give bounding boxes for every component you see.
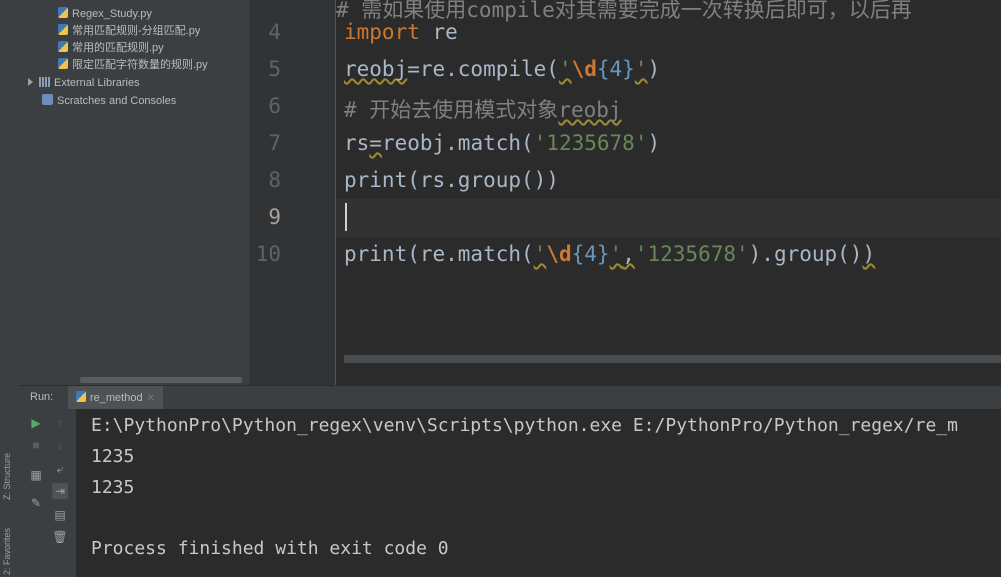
- console-line: 1235: [91, 477, 135, 498]
- python-file-icon: [58, 58, 68, 69]
- line-number: 7: [268, 131, 281, 155]
- library-icon: [39, 77, 50, 87]
- project-panel: Regex_Study.py 常用匹配规则-分组匹配.py 常用的匹配规则.py…: [20, 0, 249, 385]
- code-line-7[interactable]: rs=reobj.match('1235678'): [344, 131, 660, 155]
- soft-wrap-icon[interactable]: ⤶: [52, 461, 68, 477]
- code-line-5[interactable]: reobj=re.compile('\d{4}'): [344, 57, 660, 81]
- line-number-gutter: 4 5 6 7 8 9 10: [249, 0, 336, 385]
- console-line: 1235: [91, 446, 135, 467]
- favorites-tab[interactable]: 2: Favorites: [2, 515, 18, 575]
- structure-tab[interactable]: Z: Structure: [2, 430, 18, 500]
- keyword-import: import: [344, 20, 420, 44]
- console-line: E:\PythonPro\Python_regex\venv\Scripts\p…: [91, 415, 958, 436]
- line-number: 6: [268, 94, 281, 118]
- code-editor[interactable]: # 需如果使用compile对其需要完成一次转换后即可，以后再 import r…: [336, 0, 1001, 385]
- stop-icon[interactable]: ■: [28, 437, 44, 453]
- code-line-8[interactable]: print(rs.group()): [344, 168, 559, 192]
- current-line-highlight: [336, 199, 1001, 237]
- line-number: 8: [268, 168, 281, 192]
- code-line-6[interactable]: # 开始去使用模式对象reobj: [344, 94, 622, 124]
- python-file-icon: [58, 7, 68, 18]
- close-icon[interactable]: ✕: [147, 393, 155, 404]
- run-label: Run:: [30, 391, 54, 403]
- code-line-4[interactable]: import re: [344, 20, 458, 44]
- run-toolbar: ▶ ↑ ■ ↓ ▦ ⤶ ⇥ ✎ ▤ 🗑: [20, 409, 77, 577]
- rerun-icon[interactable]: ▶: [28, 415, 44, 431]
- pin-icon[interactable]: ✎: [28, 495, 44, 511]
- tree-item-file[interactable]: Regex_Study.py: [58, 6, 152, 23]
- layout-icon[interactable]: ▦: [28, 467, 44, 483]
- editor-horizontal-scrollbar[interactable]: [344, 355, 1001, 363]
- python-file-icon: [58, 41, 68, 52]
- tree-item-file[interactable]: 常用的匹配规则.py: [58, 40, 164, 57]
- left-tool-strip: Z: Structure 2: Favorites: [0, 0, 21, 577]
- run-console[interactable]: E:\PythonPro\Python_regex\venv\Scripts\p…: [77, 409, 1001, 577]
- tree-item-scratches[interactable]: Scratches and Consoles: [42, 93, 176, 110]
- run-panel-header: Run: re_method ✕: [20, 385, 1001, 412]
- console-line: Process finished with exit code 0: [91, 538, 449, 559]
- line-number: 10: [255, 242, 281, 266]
- trash-icon[interactable]: 🗑: [52, 529, 68, 545]
- python-run-icon: [76, 391, 86, 402]
- tree-item-file[interactable]: 常用匹配规则-分组匹配.py: [58, 23, 200, 40]
- up-arrow-icon[interactable]: ↑: [52, 415, 68, 431]
- python-file-icon: [58, 24, 68, 35]
- expand-arrow-icon[interactable]: [28, 78, 33, 86]
- scratches-icon: [42, 94, 53, 105]
- tree-item-file[interactable]: 限定匹配字符数量的规则.py: [58, 57, 208, 74]
- project-horizontal-scrollbar[interactable]: [80, 377, 242, 383]
- scroll-to-end-icon[interactable]: ⇥: [52, 483, 68, 499]
- tree-item-external-libraries[interactable]: External Libraries: [28, 75, 140, 92]
- print-icon[interactable]: ▤: [52, 507, 68, 523]
- line-number: 5: [268, 57, 281, 81]
- line-number: 9: [268, 205, 281, 229]
- code-line-10[interactable]: print(re.match('\d{4}','1235678').group(…: [344, 242, 875, 266]
- line-number: 4: [268, 20, 281, 44]
- down-arrow-icon[interactable]: ↓: [52, 437, 68, 453]
- text-caret: [345, 203, 347, 231]
